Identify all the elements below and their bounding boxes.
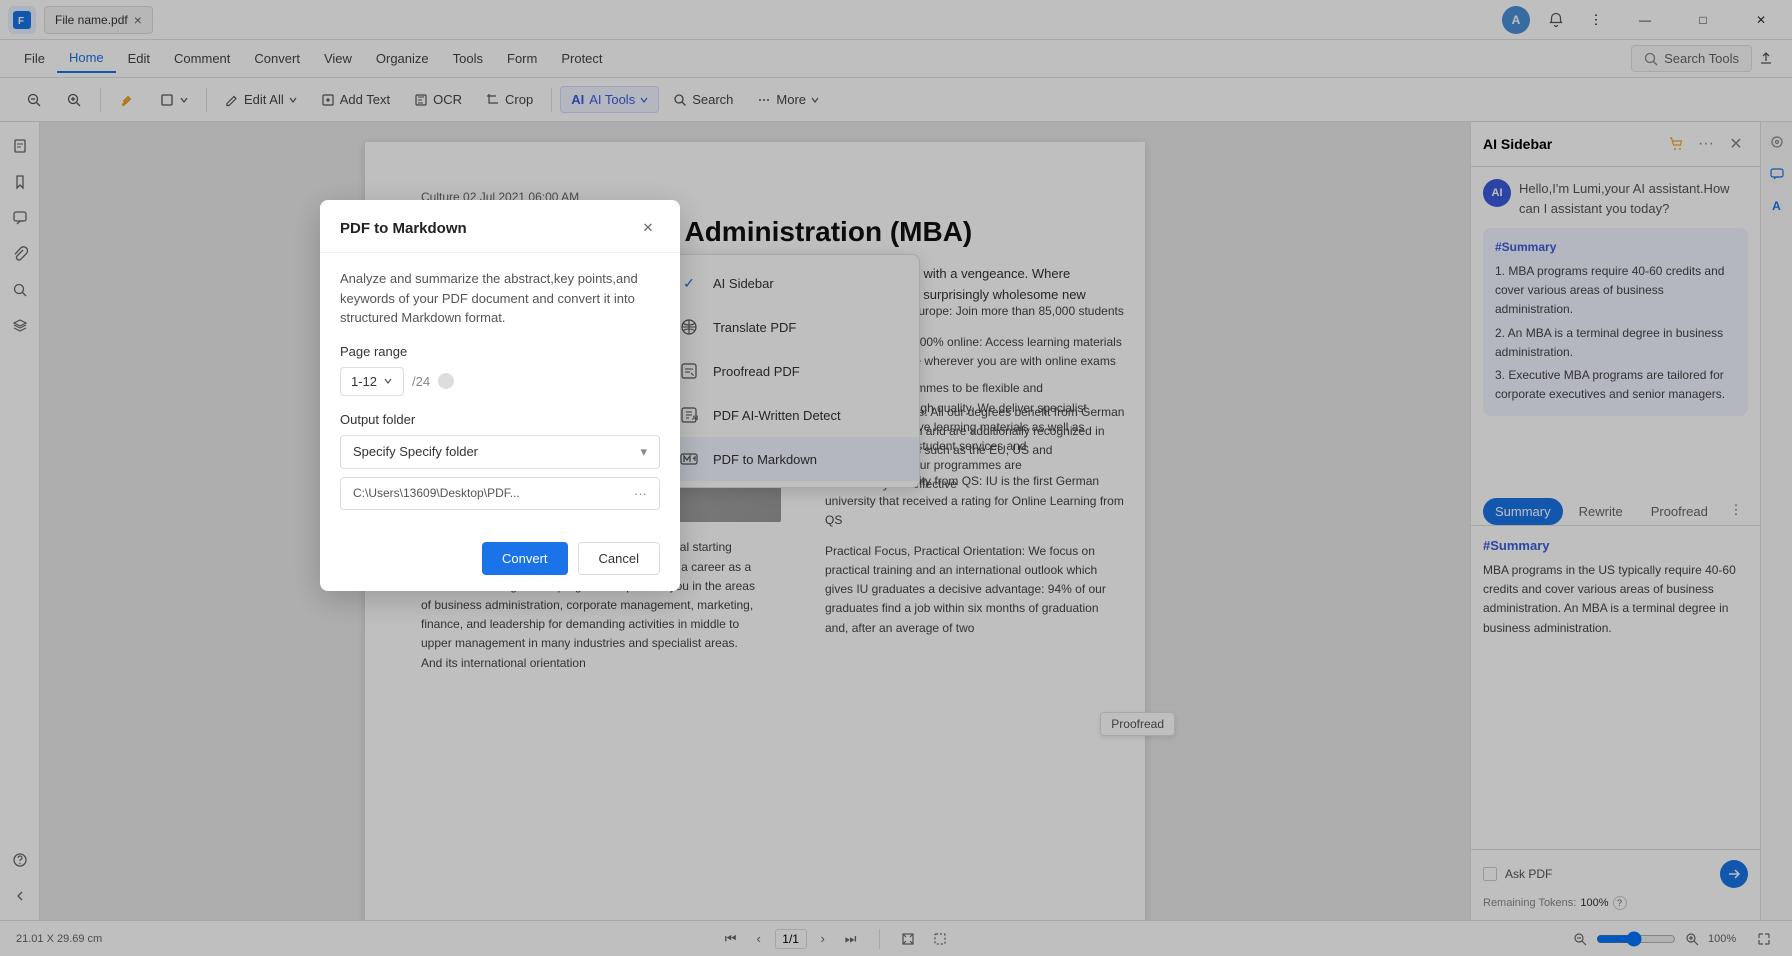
modal-backdrop[interactable] (0, 0, 1792, 956)
folder-select[interactable]: Specify Specify folder ▾ (340, 435, 660, 469)
page-range-label: Page range (340, 344, 660, 359)
modal-title: PDF to Markdown (340, 220, 467, 237)
modal-header: PDF to Markdown ✕ (320, 200, 680, 253)
folder-chevron-icon: ▾ (640, 444, 647, 460)
page-range-chevron (383, 376, 393, 386)
cancel-btn[interactable]: Cancel (578, 542, 660, 575)
modal-close-btn[interactable]: ✕ (636, 216, 660, 240)
path-row: C:\Users\13609\Desktop\PDF... ··· (340, 477, 660, 510)
path-text: C:\Users\13609\Desktop\PDF... (353, 486, 626, 500)
page-range-value: 1-12 (351, 374, 377, 389)
modal-footer: Convert Cancel (320, 542, 680, 591)
page-range-indicator (438, 373, 454, 389)
convert-btn[interactable]: Convert (482, 542, 568, 575)
output-folder-label: Output folder (340, 412, 660, 427)
folder-select-text: Specify Specify folder (353, 444, 640, 459)
page-range-select[interactable]: 1-12 (340, 367, 404, 396)
modal-description: Analyze and summarize the abstract,key p… (340, 269, 660, 328)
path-dots-btn[interactable]: ··· (634, 486, 647, 501)
pdf-to-markdown-modal: PDF to Markdown ✕ Analyze and summarize … (320, 200, 680, 591)
page-range-total: /24 (412, 374, 430, 389)
page-range-row: 1-12 /24 (340, 367, 660, 396)
modal-body: Analyze and summarize the abstract,key p… (320, 253, 680, 542)
